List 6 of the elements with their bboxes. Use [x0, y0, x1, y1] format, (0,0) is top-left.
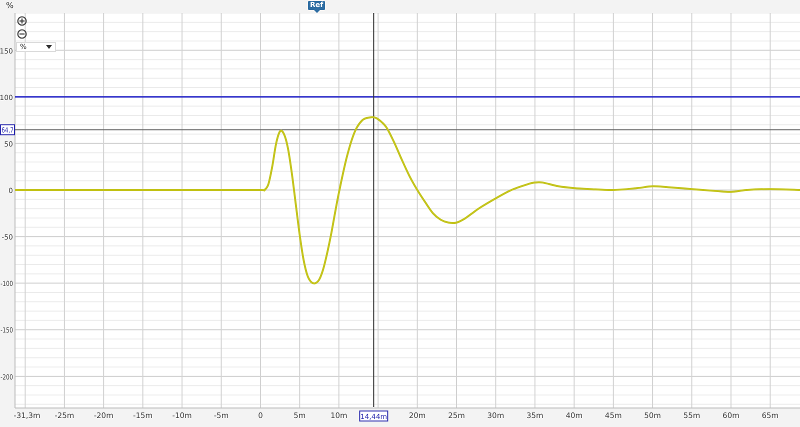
axis-unit-label: % — [6, 1, 14, 10]
cursor-line[interactable] — [14, 129, 800, 130]
zoom-in-icon[interactable] — [17, 16, 27, 26]
cursor-line[interactable] — [373, 13, 374, 408]
zoom-out-icon[interactable] — [17, 29, 27, 39]
caret-icon — [46, 45, 52, 49]
